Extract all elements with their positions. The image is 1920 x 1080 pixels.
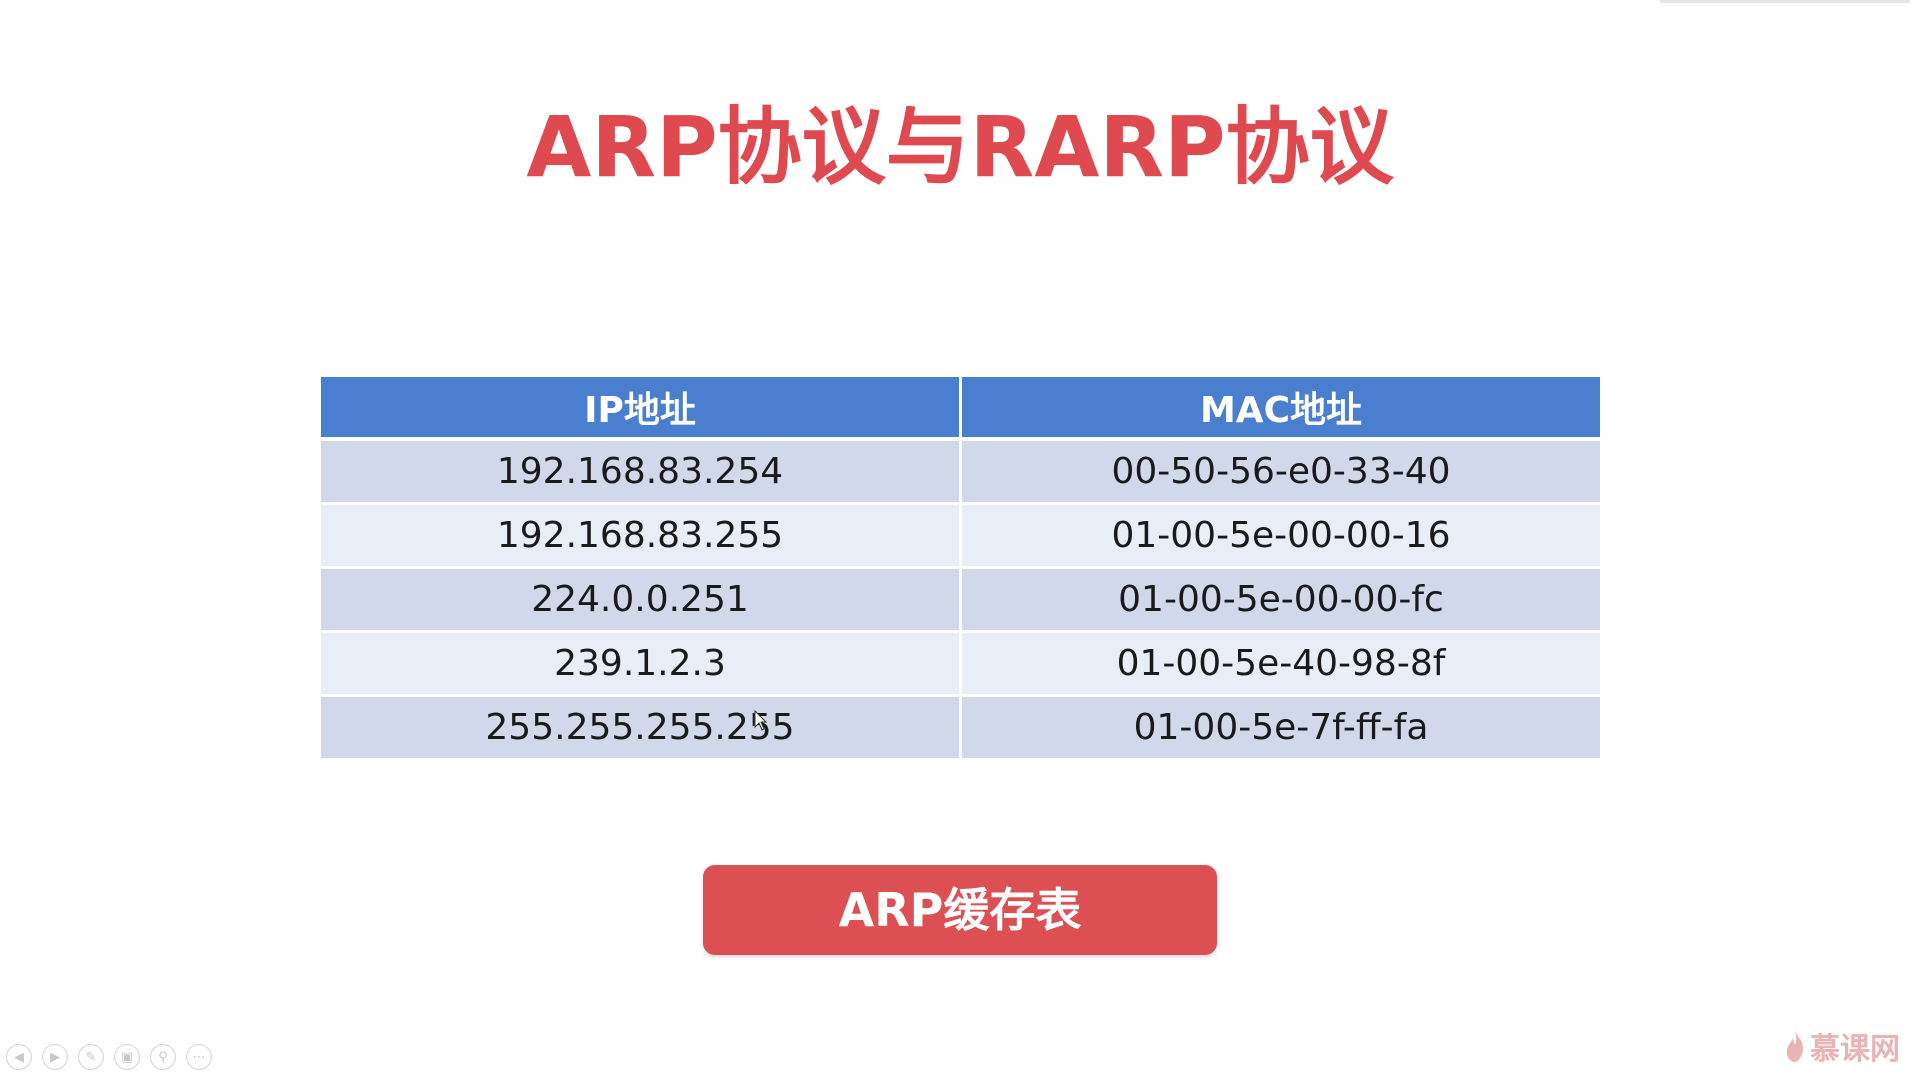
prev-icon[interactable]: ◀ [6, 1044, 32, 1070]
table-row: 239.1.2.3 01-00-5e-40-98-8f [321, 631, 1600, 697]
ip-cell: 239.1.2.3 [321, 631, 962, 697]
mac-cell: 01-00-5e-00-00-fc [960, 567, 1600, 633]
ip-cell: 192.168.83.254 [321, 439, 962, 505]
next-icon[interactable]: ▶ [42, 1044, 68, 1070]
ip-cell: 255.255.255.255 [321, 695, 962, 761]
column-header-ip: IP地址 [321, 377, 962, 441]
arp-table: IP地址 MAC地址 192.168.83.254 00-50-56-e0-33… [321, 377, 1600, 761]
ip-cell: 224.0.0.251 [321, 567, 962, 633]
slide: ARP协议与RARP协议 IP地址 MAC地址 192.168.83.254 0… [0, 0, 1920, 1080]
slide-title: ARP协议与RARP协议 [526, 98, 1394, 196]
watermark-text: 慕课网 [1810, 1032, 1900, 1067]
table-row: 255.255.255.255 01-00-5e-7f-ff-fa [321, 695, 1600, 761]
slides-icon[interactable]: ▣ [114, 1044, 140, 1070]
table-row: 192.168.83.254 00-50-56-e0-33-40 [321, 439, 1600, 505]
mouse-cursor-icon [754, 710, 768, 731]
column-header-mac: MAC地址 [960, 377, 1600, 441]
zoom-icon[interactable]: ⚲ [150, 1044, 176, 1070]
table-row: 192.168.83.255 01-00-5e-00-00-16 [321, 503, 1600, 569]
arp-cache-table-button[interactable]: ARP缓存表 [703, 865, 1217, 955]
table-header-row: IP地址 MAC地址 [321, 377, 1600, 441]
ip-cell: 192.168.83.255 [321, 503, 962, 569]
mac-cell: 01-00-5e-7f-ff-fa [960, 695, 1600, 761]
mac-cell: 00-50-56-e0-33-40 [960, 439, 1600, 505]
slideshow-controls: ◀ ▶ ✎ ▣ ⚲ ⋯ [6, 1044, 212, 1070]
table-row: 224.0.0.251 01-00-5e-00-00-fc [321, 567, 1600, 633]
more-icon[interactable]: ⋯ [186, 1044, 212, 1070]
mac-cell: 01-00-5e-00-00-16 [960, 503, 1600, 569]
mac-cell: 01-00-5e-40-98-8f [960, 631, 1600, 697]
watermark: 慕课网 [1784, 1024, 1900, 1068]
top-edge-line [1660, 0, 1910, 3]
pen-icon[interactable]: ✎ [78, 1044, 104, 1070]
flame-icon [1786, 1030, 1804, 1062]
